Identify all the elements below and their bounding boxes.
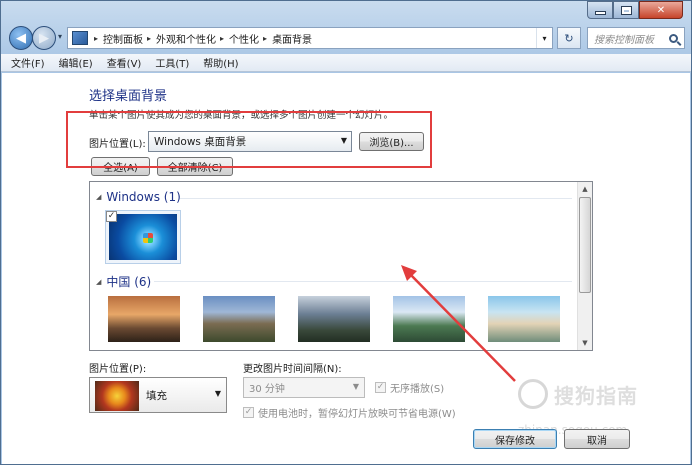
address-dropdown-icon[interactable]: ▾ xyxy=(536,28,552,48)
cancel-button[interactable]: 取消 xyxy=(564,429,630,449)
menu-bar: 文件(F) 编辑(E) 查看(V) 工具(T) 帮助(H) xyxy=(1,54,691,72)
shuffle-label: 无序播放(S) xyxy=(390,384,445,395)
annotation-arrow-shaft xyxy=(406,270,516,382)
wallpaper-thumbnail-china[interactable] xyxy=(108,296,180,342)
wallpaper-thumbnail-china[interactable] xyxy=(203,296,275,342)
scroll-down-icon[interactable]: ▼ xyxy=(578,336,592,350)
page-title: 选择桌面背景 xyxy=(89,89,168,104)
minimize-button[interactable] xyxy=(587,1,613,19)
search-icon[interactable] xyxy=(669,33,678,43)
group-header-windows[interactable]: ◢ Windows (1) xyxy=(96,190,181,204)
maximize-button[interactable] xyxy=(613,1,639,19)
caption-buttons: ✕ xyxy=(587,1,683,19)
address-bar[interactable]: ▸ 控制面板 ▸ 外观和个性化 ▸ 个性化 ▸ 桌面背景 ▾ xyxy=(67,27,553,49)
battery-label: 使用电池时，暂停幻灯片放映可节省电源(W) xyxy=(258,409,456,420)
breadcrumb-personalization[interactable]: 个性化 xyxy=(229,31,259,46)
control-panel-icon xyxy=(72,31,88,45)
breadcrumb-appearance[interactable]: 外观和个性化 xyxy=(156,31,216,46)
shuffle-checkbox[interactable]: ✓ xyxy=(375,382,386,393)
menu-help[interactable]: 帮助(H) xyxy=(203,55,238,70)
breadcrumb-separator-icon[interactable]: ▸ xyxy=(147,34,151,43)
windows-logo-icon xyxy=(143,233,153,243)
wallpaper-thumbnail-china[interactable] xyxy=(298,296,370,342)
annotation-highlight-box xyxy=(66,111,432,168)
chevron-down-icon: ▼ xyxy=(214,389,221,398)
history-dropdown-icon[interactable]: ▾ xyxy=(58,32,62,41)
content-pane: 选择桌面背景 单击某个图片使其成为您的桌面背景，或选择多个图片创建一个幻灯片。 … xyxy=(2,73,690,464)
wallpaper-image xyxy=(109,214,177,260)
collapse-icon: ◢ xyxy=(96,193,102,201)
scroll-thumb[interactable] xyxy=(579,197,591,293)
group-label: 中国 (6) xyxy=(106,275,152,289)
gallery-scrollbar[interactable]: ▲ ▼ xyxy=(577,182,592,350)
interval-value: 30 分钟 xyxy=(249,384,285,395)
watermark-text: 搜狗指南 xyxy=(554,383,638,408)
maximize-icon xyxy=(620,5,632,15)
minimize-icon xyxy=(595,12,605,14)
close-button[interactable]: ✕ xyxy=(639,1,683,19)
menu-tools[interactable]: 工具(T) xyxy=(155,55,189,70)
breadcrumb-separator-icon[interactable]: ▸ xyxy=(94,34,98,43)
watermark-logo-icon xyxy=(518,379,548,409)
refresh-button[interactable]: ↻ xyxy=(557,27,581,49)
picture-position-value: 填充 xyxy=(146,390,167,402)
save-changes-button[interactable]: 保存修改 xyxy=(473,429,557,449)
chevron-down-icon: ▼ xyxy=(352,382,359,391)
close-icon: ✕ xyxy=(656,4,666,16)
forward-button[interactable]: ▶ xyxy=(32,26,56,50)
shuffle-option[interactable]: ✓ 无序播放(S) xyxy=(375,380,444,395)
collapse-icon: ◢ xyxy=(96,277,102,286)
group-header-china[interactable]: ◢ 中国 (6) xyxy=(96,273,151,290)
wallpaper-checkbox[interactable]: ✓ xyxy=(106,211,117,222)
breadcrumb-separator-icon[interactable]: ▸ xyxy=(263,34,267,43)
back-button[interactable]: ◀ xyxy=(9,26,33,50)
menu-edit[interactable]: 编辑(E) xyxy=(59,55,93,70)
scroll-up-icon[interactable]: ▲ xyxy=(578,182,592,196)
control-panel-window: ✕ ◀ ▶ ▾ ▸ 控制面板 ▸ 外观和个性化 ▸ 个性化 ▸ 桌面背景 ▾ ↻… xyxy=(0,0,692,465)
navigation-bar: ◀ ▶ ▾ ▸ 控制面板 ▸ 外观和个性化 ▸ 个性化 ▸ 桌面背景 ▾ ↻ 搜… xyxy=(9,26,685,50)
breadcrumb-control-panel[interactable]: 控制面板 xyxy=(103,31,143,46)
interval-label: 更改图片时间间隔(N): xyxy=(243,364,342,375)
battery-checkbox[interactable]: ✓ xyxy=(243,407,254,418)
forward-arrow-icon: ▶ xyxy=(39,30,49,46)
menu-view[interactable]: 查看(V) xyxy=(107,55,142,70)
group-label: Windows (1) xyxy=(106,190,181,204)
breadcrumb-separator-icon[interactable]: ▸ xyxy=(220,34,224,43)
back-arrow-icon: ◀ xyxy=(16,30,26,46)
menu-file[interactable]: 文件(F) xyxy=(11,55,45,70)
search-placeholder: 搜索控制面板 xyxy=(594,34,654,46)
battery-option[interactable]: ✓ 使用电池时，暂停幻灯片放映可节省电源(W) xyxy=(243,405,456,420)
wallpaper-thumbnail-windows[interactable]: ✓ xyxy=(105,210,181,264)
annotation-arrow xyxy=(401,265,516,382)
breadcrumb-desktop-background[interactable]: 桌面背景 xyxy=(272,31,312,46)
watermark: 搜狗指南 xyxy=(518,379,638,409)
search-box[interactable]: 搜索控制面板 xyxy=(587,27,685,49)
interval-select[interactable]: 30 分钟 ▼ xyxy=(243,377,365,398)
picture-position-select[interactable]: 填充 ▼ xyxy=(89,377,227,413)
refresh-icon: ↻ xyxy=(564,31,574,45)
picture-position-label: 图片位置(P): xyxy=(89,364,147,375)
group-divider xyxy=(180,198,572,199)
fill-preview-image xyxy=(95,381,139,411)
